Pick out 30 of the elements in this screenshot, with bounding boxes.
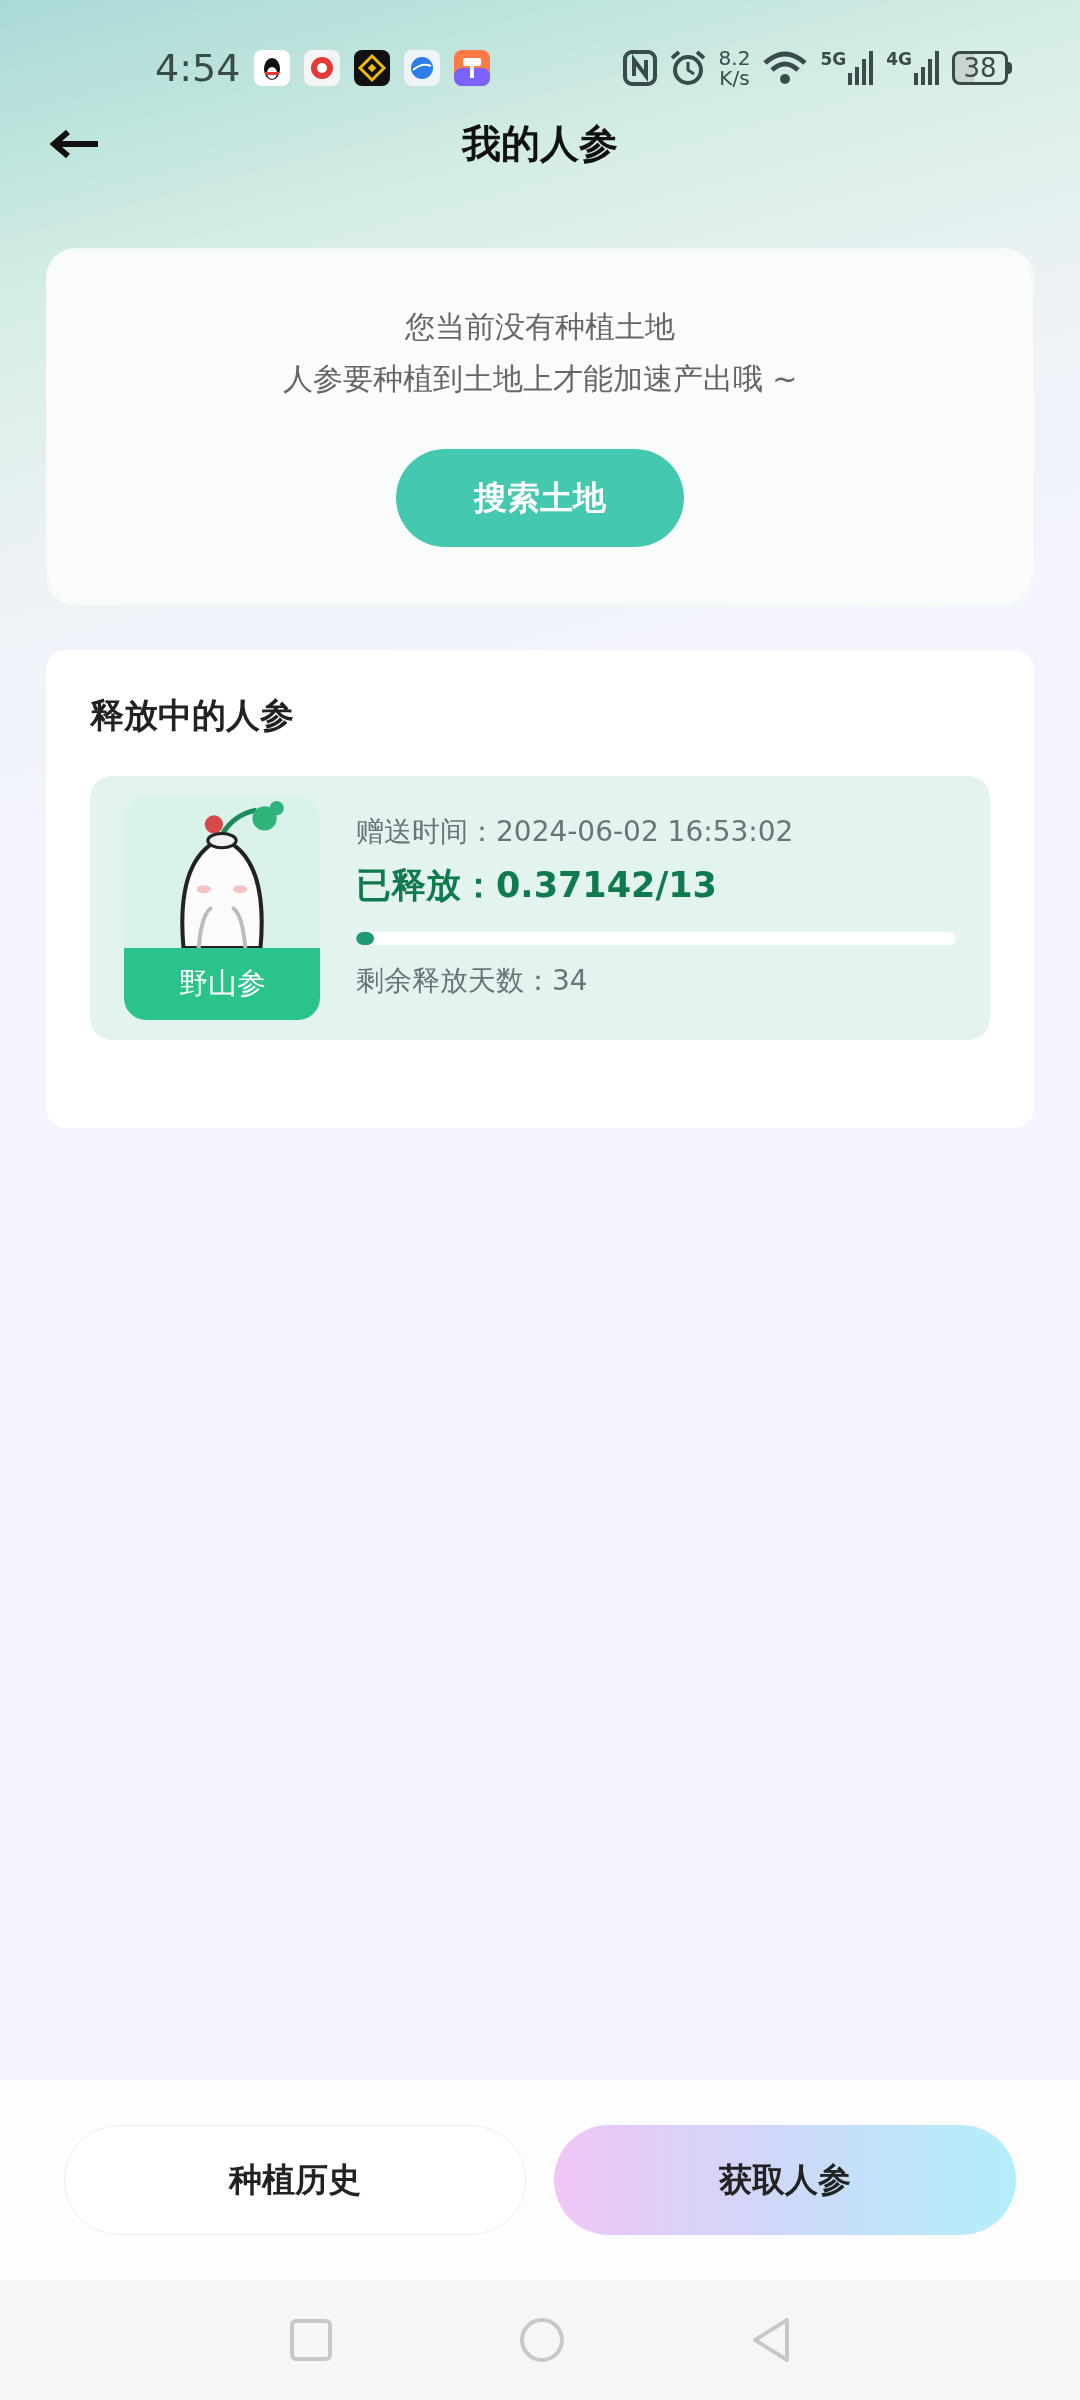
app-icon (254, 50, 291, 86)
network-type: 5G (820, 51, 847, 68)
notice-text: 人参要种植到土地上才能加速产出哦 ~ (282, 360, 798, 398)
action-button[interactable]: 种植历史 (64, 2125, 526, 2235)
nfc-icon (622, 50, 657, 86)
app-icon (304, 50, 341, 86)
section-title: 释放中的人参 (90, 694, 295, 737)
page-title: 我的人参 (462, 119, 618, 168)
variety-badge: 野山参 (124, 948, 320, 1020)
speed-unit: K/s (719, 68, 750, 88)
network-speed: 8.2 (718, 48, 751, 68)
home-icon[interactable] (519, 2317, 565, 2363)
back-arrow-icon (50, 129, 100, 159)
remaining-days: 剩余释放天数：34 (356, 959, 956, 1003)
app-icon (454, 50, 491, 86)
signal-icon (848, 51, 875, 85)
square-nav-icon[interactable] (289, 2318, 333, 2362)
battery-level: 38 (963, 55, 997, 81)
network-type: 4G (886, 51, 912, 68)
app-icon (404, 50, 441, 86)
gift-time: 赠送时间：2024-06-02 16:53:02 (356, 814, 795, 850)
back-icon[interactable] (751, 2317, 791, 2363)
signal-icon (914, 51, 940, 85)
action-button[interactable]: 获取人参 (554, 2125, 1016, 2235)
app-icon (354, 50, 391, 86)
released-amount: 已释放：0.37142/13 (356, 864, 718, 907)
wifi-icon (762, 50, 809, 86)
alarm-icon (668, 49, 707, 87)
clock-time: 4:54 (155, 44, 241, 92)
notice-text: 您当前没有种植土地 (405, 308, 675, 346)
